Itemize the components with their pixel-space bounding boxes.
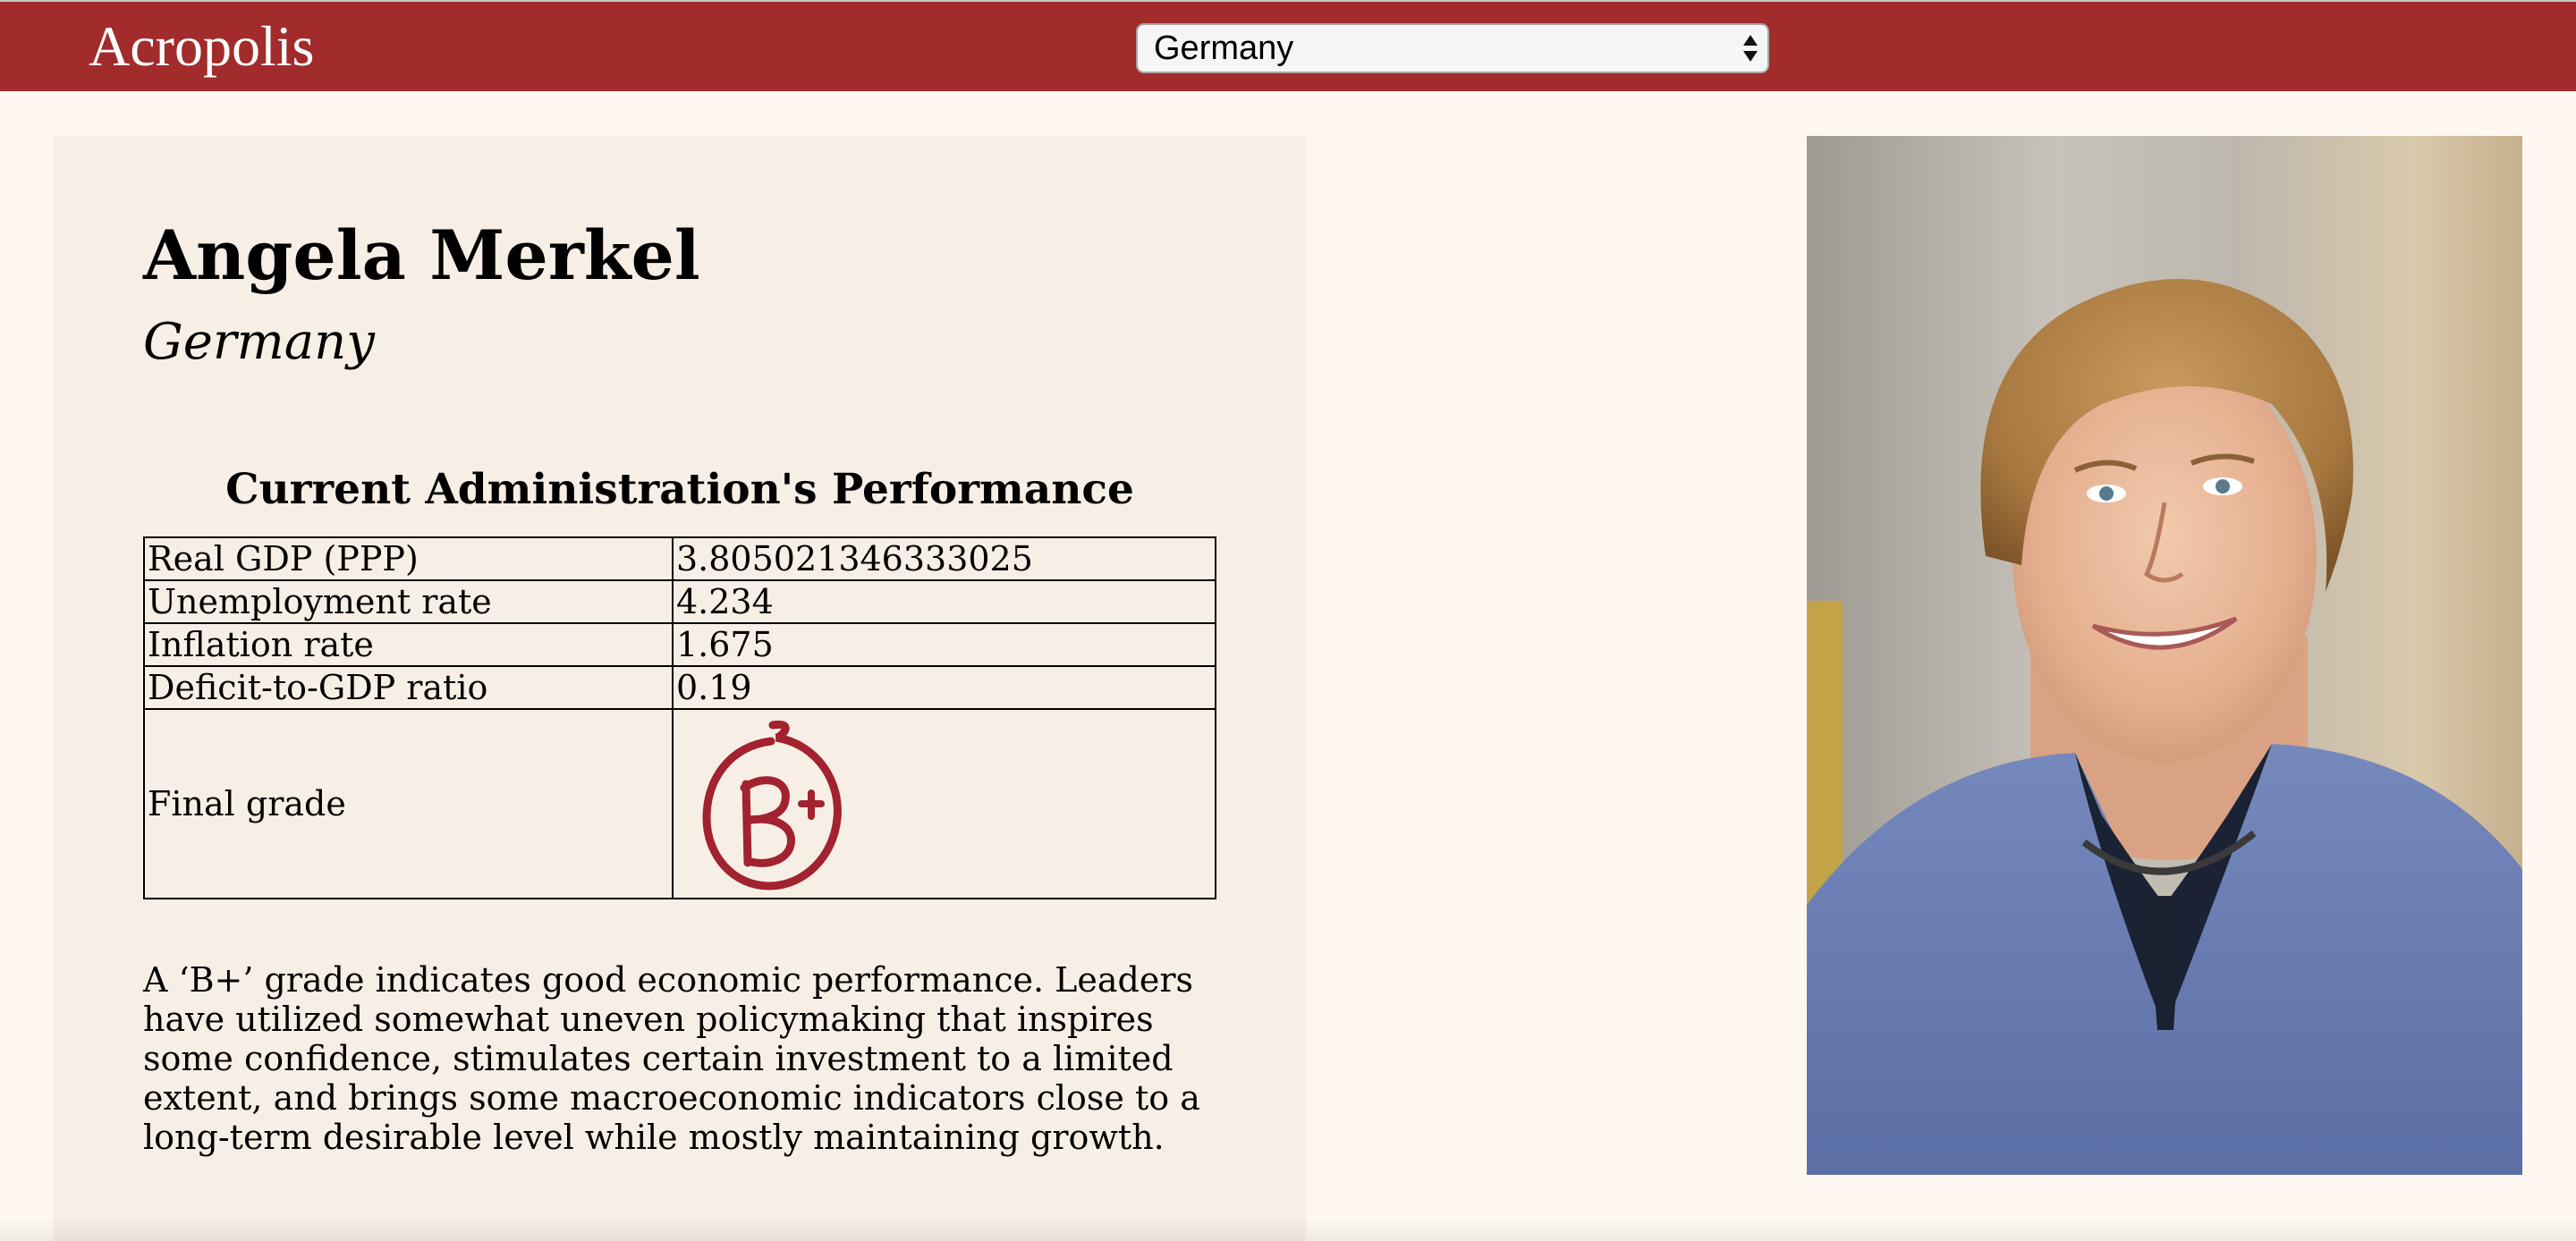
table-row: Unemployment rate 4.234 [143,579,1216,624]
table-row: Real GDP (PPP) 3.805021346333025 [143,536,1216,581]
table-row: Inflation rate 1.675 [143,622,1216,667]
leader-photo-image [1807,136,2522,1175]
leader-name: Angela Merkel [143,215,700,295]
performance-title: Current Administration's Performance [225,465,1134,514]
select-arrows-icon [1743,35,1758,62]
metric-label: Inflation rate [143,622,674,667]
bottom-shadow [0,1216,2576,1241]
table-row: Deficit-to-GDP ratio 0.19 [143,665,1216,710]
final-grade-cell [672,708,1216,899]
metric-value: 0.19 [672,665,1216,710]
metric-label: Unemployment rate [143,579,674,624]
metric-value: 4.234 [672,579,1216,624]
leader-card: Angela Merkel Germany Current Administra… [54,136,1306,1241]
grade-description: A ‘B+’ grade indicates good economic per… [143,960,1200,1157]
metric-label: Deficit-to-GDP ratio [143,665,674,710]
final-grade-label: Final grade [143,708,674,899]
table-row-final-grade: Final grade [143,708,1216,899]
performance-table: Real GDP (PPP) 3.805021346333025 Unemplo… [143,536,1216,899]
leader-portrait [1807,136,2522,1175]
leader-country: Germany [143,313,375,371]
brand-logo[interactable]: Acropolis [89,13,314,80]
metric-value: 1.675 [672,622,1216,667]
country-select[interactable]: Germany [1136,23,1769,73]
metric-value: 3.805021346333025 [672,536,1216,581]
country-select-value: Germany [1154,30,1294,67]
top-navigation-bar: Acropolis Germany [0,0,2576,91]
grade-b-plus-icon [702,720,842,891]
metric-label: Real GDP (PPP) [143,536,674,581]
